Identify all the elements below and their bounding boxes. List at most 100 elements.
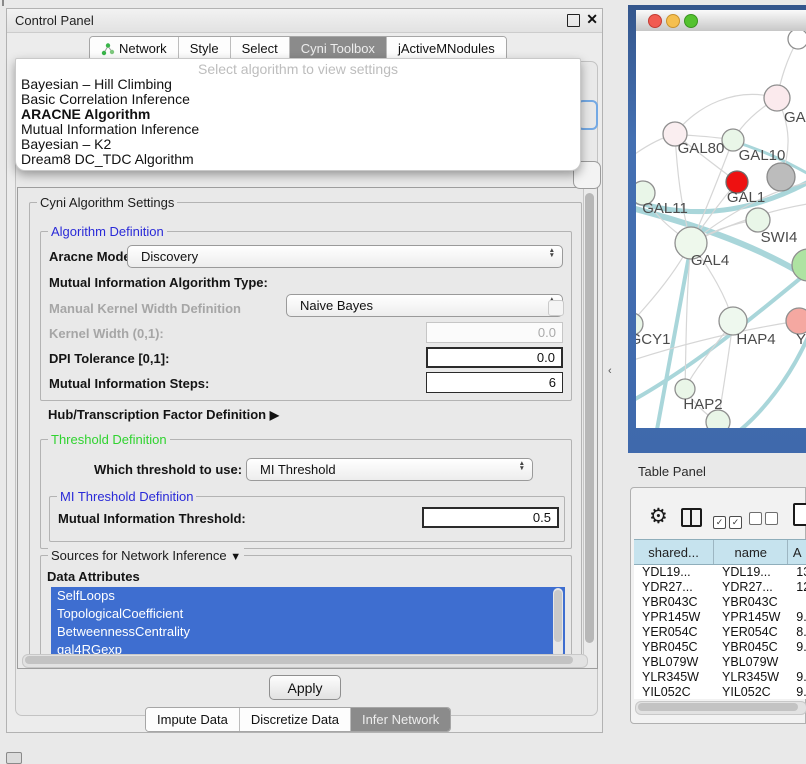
collapsed-arrow-icon: ▶ bbox=[270, 408, 279, 422]
dpi-tolerance-field[interactable]: 0.0 bbox=[426, 347, 563, 368]
dropdown-prompt: Select algorithm to view settings bbox=[16, 61, 580, 77]
node-table[interactable]: shared... name A YDL19...YDL19...13YDR27… bbox=[634, 539, 806, 699]
mi-type-combobox[interactable]: Naive Bayes ▲▼ bbox=[286, 294, 563, 317]
tab-network[interactable]: Network bbox=[90, 37, 179, 60]
network-node-label: GAL1 bbox=[727, 189, 765, 206]
expanded-arrow-icon[interactable]: ▼ bbox=[230, 551, 241, 563]
table-row[interactable]: YDL19...YDL19...13 bbox=[634, 565, 806, 580]
mac-zoom-icon[interactable] bbox=[684, 14, 698, 28]
splitter-arrow-icon[interactable]: ‹ bbox=[608, 365, 612, 377]
list-item[interactable]: BetweennessCentrality bbox=[51, 623, 565, 641]
table-cell: YIL052C bbox=[714, 685, 788, 699]
table-cell: YBR043C bbox=[714, 595, 788, 610]
table-horizontal-scrollbar[interactable] bbox=[635, 701, 806, 715]
table-row[interactable]: YBR045CYBR045C9. bbox=[634, 640, 806, 655]
mi-steps-field[interactable]: 6 bbox=[426, 372, 563, 393]
split-columns-icon[interactable] bbox=[681, 508, 702, 527]
tab-impute-data[interactable]: Impute Data bbox=[146, 708, 240, 731]
float-window-icon[interactable] bbox=[567, 14, 580, 27]
network-node-label: GAL10 bbox=[739, 147, 786, 164]
table-cell: YLR345W bbox=[634, 670, 714, 685]
kernel-width-field[interactable]: 0.0 bbox=[426, 322, 563, 343]
dropdown-item[interactable]: Mutual Information Inference bbox=[16, 122, 580, 137]
field-value: 0.0 bbox=[538, 325, 556, 340]
network-node[interactable] bbox=[792, 249, 806, 281]
deselect-all-columns-icon[interactable] bbox=[749, 512, 781, 530]
mi-threshold-definition-group: MI Threshold Definition Mutual Informati… bbox=[49, 496, 565, 542]
column-header[interactable]: shared... bbox=[634, 540, 714, 564]
column-header[interactable]: name bbox=[714, 540, 788, 564]
table-row[interactable]: YIL052CYIL052C9. bbox=[634, 685, 806, 699]
table-cell: 9. bbox=[788, 640, 806, 655]
table-cell: YLR345W bbox=[714, 670, 788, 685]
dropdown-item[interactable]: Dream8 DC_TDC Algorithm bbox=[16, 152, 580, 167]
column-header[interactable]: A bbox=[788, 540, 806, 564]
scrollbar-thumb[interactable] bbox=[585, 193, 594, 643]
kernel-width-label: Kernel Width (0,1): bbox=[49, 326, 164, 341]
table-cell: 12 bbox=[788, 580, 806, 595]
close-icon[interactable]: ✕ bbox=[586, 11, 598, 28]
field-value: 0.5 bbox=[533, 510, 551, 525]
control-panel-titlebar[interactable]: Control Panel ✕ bbox=[7, 9, 602, 33]
dropdown-item-selected[interactable]: ARACNE Algorithm bbox=[16, 107, 580, 122]
network-node-label: GCY1 bbox=[636, 331, 670, 348]
list-vertical-scrollbar[interactable] bbox=[553, 588, 563, 658]
network-view-titlebar[interactable] bbox=[636, 10, 806, 32]
dropdown-item[interactable]: Basic Correlation Inference bbox=[16, 92, 580, 107]
combobox-value: Naive Bayes bbox=[300, 298, 373, 313]
table-panel-title: Table Panel bbox=[638, 464, 706, 479]
tab-style[interactable]: Style bbox=[179, 37, 231, 60]
table-row[interactable]: YPR145WYPR145W9. bbox=[634, 610, 806, 625]
table-row[interactable]: YBR043CYBR043C bbox=[634, 595, 806, 610]
network-node[interactable] bbox=[788, 31, 806, 49]
network-icon bbox=[101, 42, 115, 56]
scrollbar-thumb[interactable] bbox=[25, 656, 573, 664]
mac-minimize-icon[interactable] bbox=[666, 14, 680, 28]
table-cell: 9. bbox=[788, 685, 806, 699]
network-node[interactable] bbox=[764, 85, 790, 111]
scrollbar-thumb[interactable] bbox=[638, 703, 798, 711]
checked-box-icon: ✓ bbox=[713, 516, 726, 529]
select-all-columns-icon[interactable]: ✓✓ bbox=[713, 512, 745, 530]
network-canvas-container[interactable]: GAL7GAL80GAL10GAL1GAL11SWI4GAL4GCY1HAP4Y… bbox=[636, 31, 806, 428]
control-panel-title: Control Panel bbox=[15, 13, 94, 28]
group-title: Algorithm Definition bbox=[48, 224, 167, 239]
network-node[interactable] bbox=[767, 163, 795, 191]
tab-select[interactable]: Select bbox=[231, 37, 290, 60]
dropdown-item[interactable]: Bayesian – K2 bbox=[16, 137, 580, 152]
gear-icon[interactable]: ⚙ bbox=[649, 504, 668, 529]
table-row[interactable]: YDR27...YDR27...12 bbox=[634, 580, 806, 595]
settings-vertical-scrollbar[interactable] bbox=[583, 189, 596, 667]
function-builder-icon[interactable] bbox=[793, 503, 806, 526]
apply-button[interactable]: Apply bbox=[269, 675, 341, 700]
mac-close-icon[interactable] bbox=[648, 14, 662, 28]
cyni-algorithm-settings-group: Cyni Algorithm Settings Algorithm Defini… bbox=[29, 202, 582, 662]
table-cell: YBR045C bbox=[714, 640, 788, 655]
aracne-mode-combobox[interactable]: Discovery ▲▼ bbox=[127, 245, 563, 268]
settings-horizontal-scrollbar[interactable] bbox=[22, 654, 588, 668]
table-cell: YDR27... bbox=[714, 580, 788, 595]
network-canvas[interactable]: GAL7GAL80GAL10GAL1GAL11SWI4GAL4GCY1HAP4Y… bbox=[636, 31, 806, 428]
algorithm-definition-group: Algorithm Definition Aracne Mode: Discov… bbox=[40, 231, 572, 401]
table-cell bbox=[788, 655, 806, 670]
scrollbar-thumb[interactable] bbox=[554, 590, 562, 642]
hub-definition-toggle[interactable]: Hub/Transcription Factor Definition ▶ bbox=[48, 407, 279, 422]
network-edge[interactable] bbox=[675, 94, 777, 134]
tab-jactivemnodules[interactable]: jActiveMNodules bbox=[387, 37, 506, 60]
list-item[interactable]: TopologicalCoefficient bbox=[51, 605, 565, 623]
table-row[interactable]: YBL079WYBL079W bbox=[634, 655, 806, 670]
table-cell: 9. bbox=[788, 670, 806, 685]
dropdown-item[interactable]: Bayesian – Hill Climbing bbox=[16, 77, 580, 92]
table-cell: YBR043C bbox=[634, 595, 714, 610]
data-attributes-list[interactable]: SelfLoops TopologicalCoefficient Between… bbox=[51, 587, 565, 660]
table-row[interactable]: YLR345WYLR345W9. bbox=[634, 670, 806, 685]
manual-kernel-checkbox[interactable] bbox=[548, 300, 564, 316]
list-item[interactable]: SelfLoops bbox=[51, 587, 565, 605]
mi-threshold-label: Mutual Information Threshold: bbox=[58, 511, 246, 526]
mi-threshold-field[interactable]: 0.5 bbox=[422, 507, 559, 528]
tab-discretize-data[interactable]: Discretize Data bbox=[240, 708, 351, 731]
tab-infer-network[interactable]: Infer Network bbox=[351, 708, 450, 731]
which-threshold-combobox[interactable]: MI Threshold ▲▼ bbox=[246, 458, 533, 481]
table-row[interactable]: YER054CYER054C8. bbox=[634, 625, 806, 640]
tab-cyni-toolbox[interactable]: Cyni Toolbox bbox=[290, 37, 387, 60]
